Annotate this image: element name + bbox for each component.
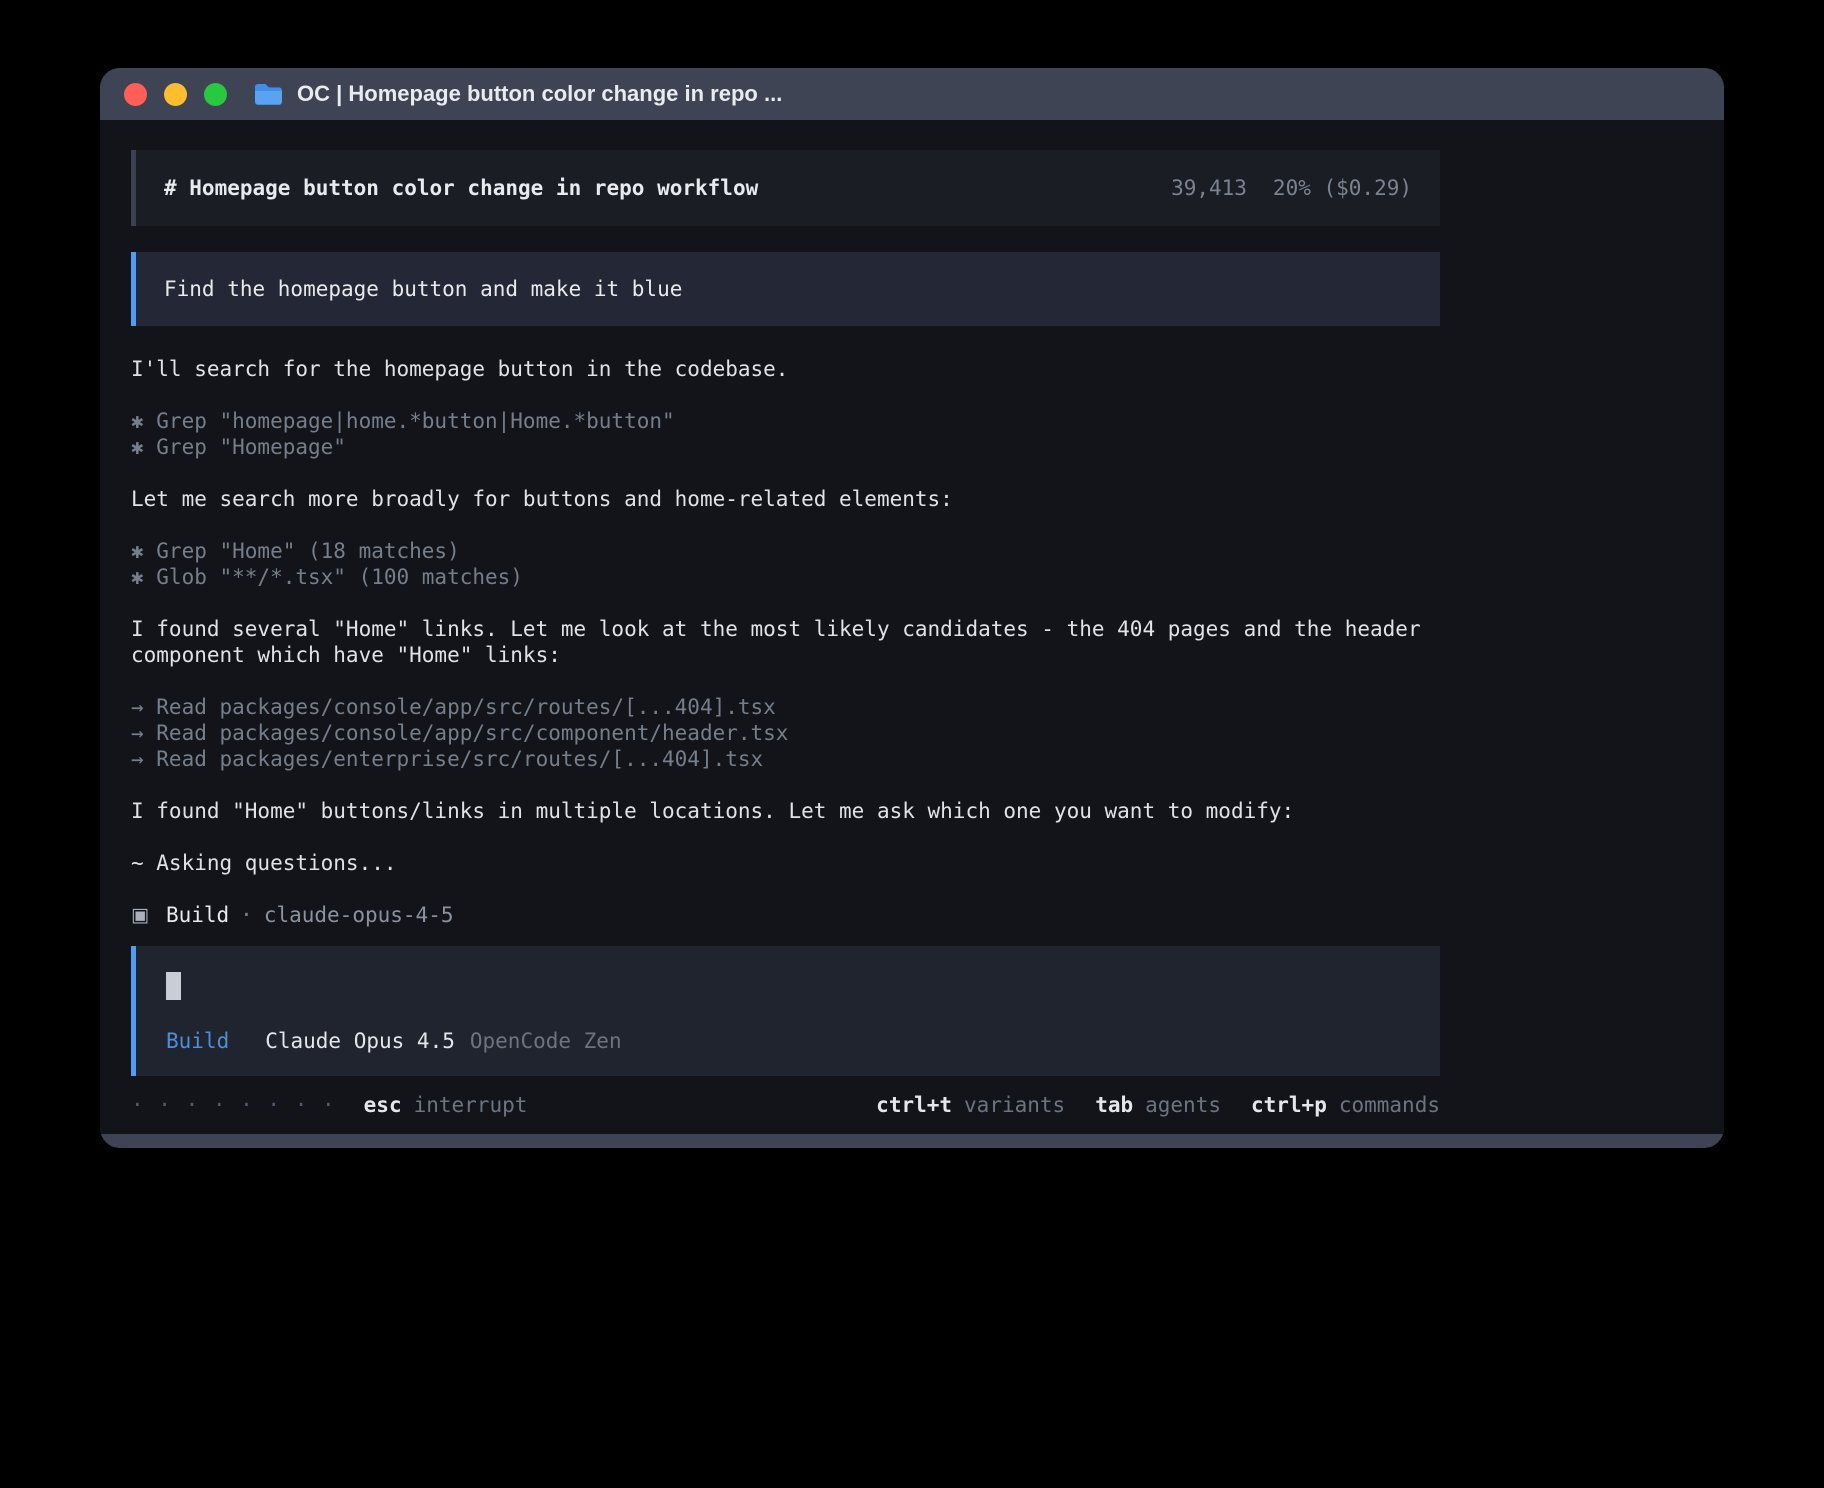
window-titlebar[interactable]: OC | Homepage button color change in rep… — [100, 68, 1724, 120]
agent-name: Build — [166, 902, 229, 928]
tool-call-grep: ✱ Grep "Home" (18 matches) — [131, 538, 1440, 564]
shortcut-agents: tabagents — [1095, 1092, 1221, 1118]
close-button[interactable] — [124, 83, 147, 106]
provider-name: OpenCode Zen — [470, 1029, 622, 1053]
status-bar: · · · · · · · · esc interrupt ctrl+tvari… — [131, 1092, 1440, 1118]
traffic-lights — [124, 83, 227, 106]
terminal-window: OC | Homepage button color change in rep… — [100, 68, 1724, 1148]
token-count: 39,413 — [1171, 176, 1247, 200]
minimize-button[interactable] — [164, 83, 187, 106]
esc-key-hint: esc — [364, 1092, 402, 1118]
context-usage: 20% ($0.29) — [1273, 176, 1412, 200]
tool-call-read: → Read packages/enterprise/src/routes/[.… — [131, 746, 1440, 772]
status-right: ctrl+tvariants tabagents ctrl+pcommands — [846, 1092, 1440, 1118]
spinner-dots: · · · · · · · · — [131, 1092, 336, 1118]
agent-status: ▣ Build · claude-opus-4-5 — [131, 902, 1440, 928]
text-cursor — [166, 972, 181, 1000]
input-meta: Build Claude Opus 4.5 OpenCode Zen — [166, 1028, 1410, 1054]
assistant-text: I found "Home" buttons/links in multiple… — [131, 798, 1440, 824]
terminal-viewport: # Homepage button color change in repo w… — [100, 120, 1724, 1134]
tool-call-grep: ✱ Grep "Homepage" — [131, 434, 1440, 460]
assistant-transcript: I'll search for the homepage button in t… — [131, 356, 1440, 928]
tool-call-read: → Read packages/console/app/src/routes/[… — [131, 694, 1440, 720]
tool-call-grep: ✱ Grep "homepage|home.*button|Home.*butt… — [131, 408, 1440, 434]
window-title: OC | Homepage button color change in rep… — [297, 81, 782, 107]
shortcut-variants: ctrl+tvariants — [876, 1092, 1065, 1118]
assistant-text: I found several "Home" links. Let me loo… — [131, 616, 1440, 668]
agent-separator: · — [240, 902, 253, 928]
tool-call-glob: ✱ Glob "**/*.tsx" (100 matches) — [131, 564, 1440, 590]
tool-call-read: → Read packages/console/app/src/componen… — [131, 720, 1440, 746]
esc-key-label: interrupt — [414, 1092, 528, 1118]
session-header: # Homepage button color change in repo w… — [131, 150, 1440, 226]
zoom-button[interactable] — [204, 83, 227, 106]
shortcut-commands: ctrl+pcommands — [1251, 1092, 1440, 1118]
model-name: Claude Opus 4.5 — [265, 1029, 455, 1053]
user-message: Find the homepage button and make it blu… — [131, 252, 1440, 326]
mode-badge: Build — [166, 1029, 229, 1053]
folder-icon — [253, 82, 284, 107]
status-left: · · · · · · · · esc interrupt — [131, 1092, 527, 1118]
user-message-text: Find the homepage button and make it blu… — [164, 277, 682, 301]
assistant-status-text: ~ Asking questions... — [131, 850, 1440, 876]
assistant-text: I'll search for the homepage button in t… — [131, 356, 1440, 382]
prompt-input[interactable]: Build Claude Opus 4.5 OpenCode Zen — [131, 946, 1440, 1076]
session-stats: 39,413 20% ($0.29) — [1171, 175, 1412, 201]
session-title: # Homepage button color change in repo w… — [164, 175, 758, 201]
agent-icon: ▣ — [131, 902, 149, 928]
assistant-text: Let me search more broadly for buttons a… — [131, 486, 1440, 512]
agent-model: claude-opus-4-5 — [264, 902, 454, 928]
